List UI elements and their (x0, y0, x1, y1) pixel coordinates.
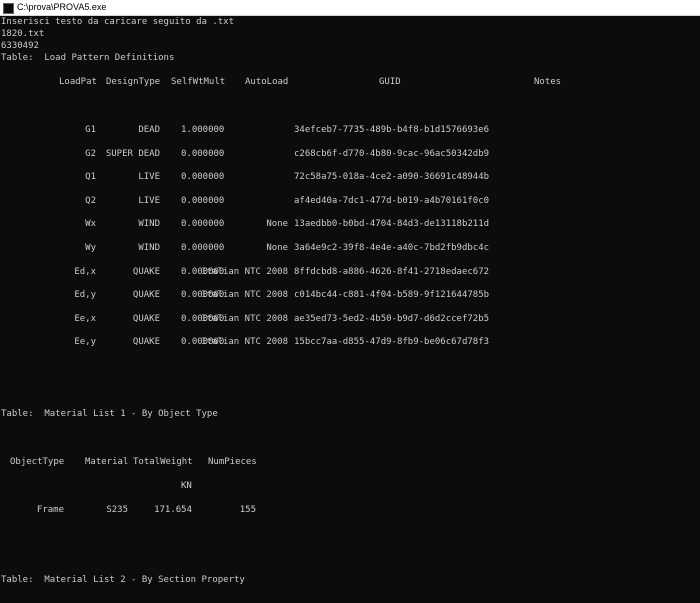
prompt-line: Inserisci testo da caricare seguito da .… (1, 17, 234, 27)
cell-autoload: None (266, 243, 288, 253)
header-loadpat: LoadPat (59, 77, 97, 87)
header-selfwtmult: SelfWtMult (171, 77, 226, 87)
cell-designtype: QUAKE (132, 313, 160, 324)
cell-designtype: LIVE (138, 195, 160, 206)
cell-numpieces: 155 (239, 505, 256, 515)
header-objecttype: ObjectType (10, 457, 65, 467)
cell-loadpat: G2 (85, 148, 96, 159)
cell-selfwt: 0.000000 (181, 195, 225, 206)
table-title-material-list-2: Table: Material List 2 - By Section Prop… (1, 575, 245, 585)
header-notes: Notes (534, 77, 562, 87)
cell-guid: 15bcc7aa-d855-47d9-8fb9-be06c67d78f3 (294, 337, 490, 348)
unit-totalweight: KN (181, 481, 192, 491)
cell-guid: ae35ed73-5ed2-4b50-b9d7-d6d2ccef72b5 (294, 313, 490, 324)
cell-totalweight: 171.654 (154, 505, 192, 515)
cell-loadpat: Wy (85, 243, 96, 253)
cell-loadpat: Q1 (85, 172, 96, 183)
cell-autoload: Italian NTC 2008 (201, 313, 288, 324)
cell-designtype: QUAKE (132, 337, 160, 348)
cell-selfwt: 0.000000 (181, 172, 225, 183)
cell-guid: 72c58a75-018a-4ce2-a090-36691c48944b (294, 172, 490, 183)
header-numpieces: NumPieces (208, 457, 257, 467)
cell-objecttype: Frame (36, 505, 64, 515)
cell-loadpat: Q2 (85, 195, 96, 206)
cell-designtype: SUPER DEAD (105, 148, 160, 159)
cell-guid: 3a64e9c2-39f8-4e4e-a40c-7bd2fb9dbc4c (294, 243, 490, 253)
cell-selfwt: 1.000000 (181, 125, 225, 135)
header-autoload: AutoLoad (245, 77, 289, 87)
cell-guid: 34efceb7-7735-489b-b4f8-b1d1576693e6 (294, 125, 490, 135)
cell-designtype: WIND (138, 243, 160, 253)
cell-designtype: QUAKE (132, 290, 160, 301)
table-title-material-list-1: Table: Material List 1 - By Object Type (1, 409, 218, 419)
console-app-icon (3, 3, 14, 14)
window-title: C:\prova\PROVA5.exe (17, 2, 107, 12)
cell-autoload: Italian NTC 2008 (201, 337, 288, 348)
header-designtype: DesignType (106, 77, 161, 87)
cell-loadpat: Ed,y (74, 290, 96, 301)
cell-guid: 13aedbb0-b0bd-4704-84d3-de13118b211d (294, 219, 490, 230)
table-title-load-patterns: Table: Load Pattern Definitions (1, 53, 175, 63)
cell-designtype: DEAD (138, 125, 160, 135)
header-totalweight: TotalWeight (133, 457, 193, 467)
number-line: 6330492 (1, 41, 39, 51)
cell-material: S235 (106, 505, 128, 515)
cell-selfwt: 0.000000 (181, 148, 225, 159)
cell-guid: c268cb6f-d770-4b80-9cac-96ac50342db9 (294, 148, 490, 159)
cell-designtype: QUAKE (132, 266, 160, 277)
cell-loadpat: Wx (85, 219, 96, 230)
header-material: Material (85, 457, 129, 467)
cell-autoload: Italian NTC 2008 (201, 290, 288, 301)
console-output[interactable]: Inserisci testo da caricare seguito da .… (0, 16, 700, 603)
cell-loadpat: G1 (85, 125, 96, 135)
window-titlebar[interactable]: C:\prova\PROVA5.exe (0, 0, 700, 16)
cell-loadpat: Ee,y (74, 337, 96, 348)
header-guid: GUID (379, 77, 401, 87)
cell-guid: 8ffdcbd8-a886-4626-8f41-2718edaec672 (294, 266, 490, 277)
cell-loadpat: Ee,x (74, 313, 96, 324)
cell-autoload: Italian NTC 2008 (201, 266, 288, 277)
cell-designtype: WIND (138, 219, 160, 230)
cell-loadpat: Ed,x (74, 266, 96, 277)
cell-designtype: LIVE (138, 172, 160, 183)
input-file-line: 1820.txt (1, 29, 45, 39)
cell-guid: c014bc44-c881-4f04-b589-9f121644785b (294, 290, 490, 301)
cell-autoload: None (266, 219, 288, 230)
cell-guid: af4ed40a-7dc1-477d-b019-a4b70161f0c0 (294, 195, 490, 206)
